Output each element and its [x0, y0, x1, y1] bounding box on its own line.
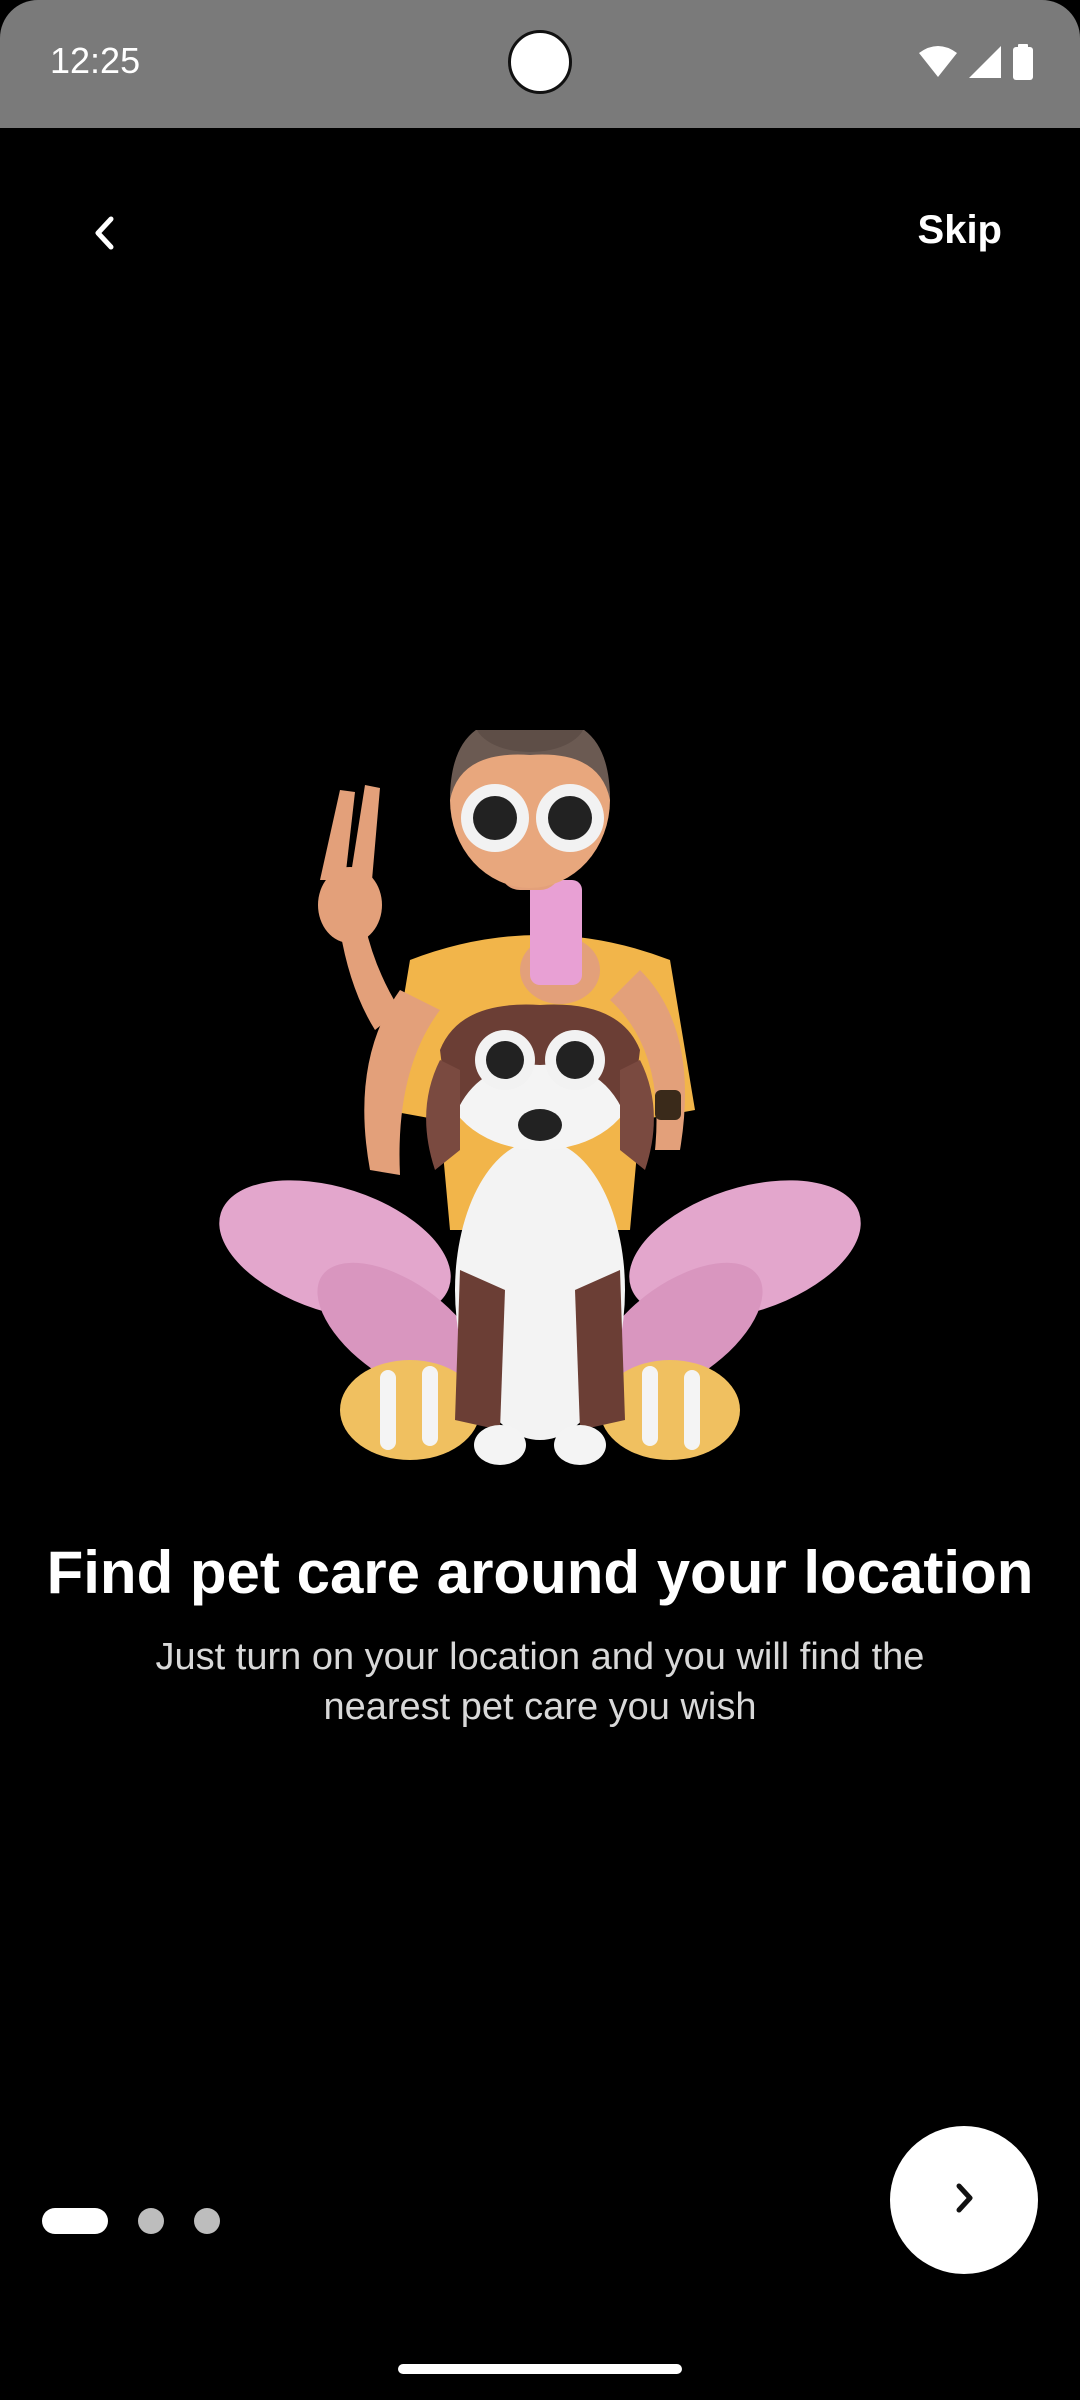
signal-icon: [968, 45, 1002, 79]
home-indicator[interactable]: [398, 2364, 682, 2374]
battery-icon: [1012, 44, 1034, 80]
skip-button[interactable]: Skip: [918, 208, 1002, 253]
page-subtitle: Just turn on your location and you will …: [155, 1636, 925, 1728]
next-button[interactable]: [890, 2126, 1038, 2274]
status-time: 12:25: [50, 40, 141, 81]
status-bar: 12:25: [0, 0, 1080, 128]
page-dot-1: [42, 2208, 108, 2234]
chevron-right-icon: [949, 2178, 979, 2223]
page-indicator: [42, 2208, 220, 2234]
back-button[interactable]: [70, 200, 140, 270]
page-dot-2: [138, 2208, 164, 2234]
person-with-dog-illustration: [200, 692, 880, 1510]
chevron-left-icon: [90, 213, 120, 258]
page-title: Find pet care around your location: [46, 1539, 1034, 1606]
status-icons: [918, 44, 1034, 80]
onboarding-screen: 12:25 Skip Find pet care around your loc…: [0, 0, 1080, 2400]
page-dot-3: [194, 2208, 220, 2234]
wifi-icon: [918, 45, 958, 79]
camera-cutout: [508, 30, 572, 94]
